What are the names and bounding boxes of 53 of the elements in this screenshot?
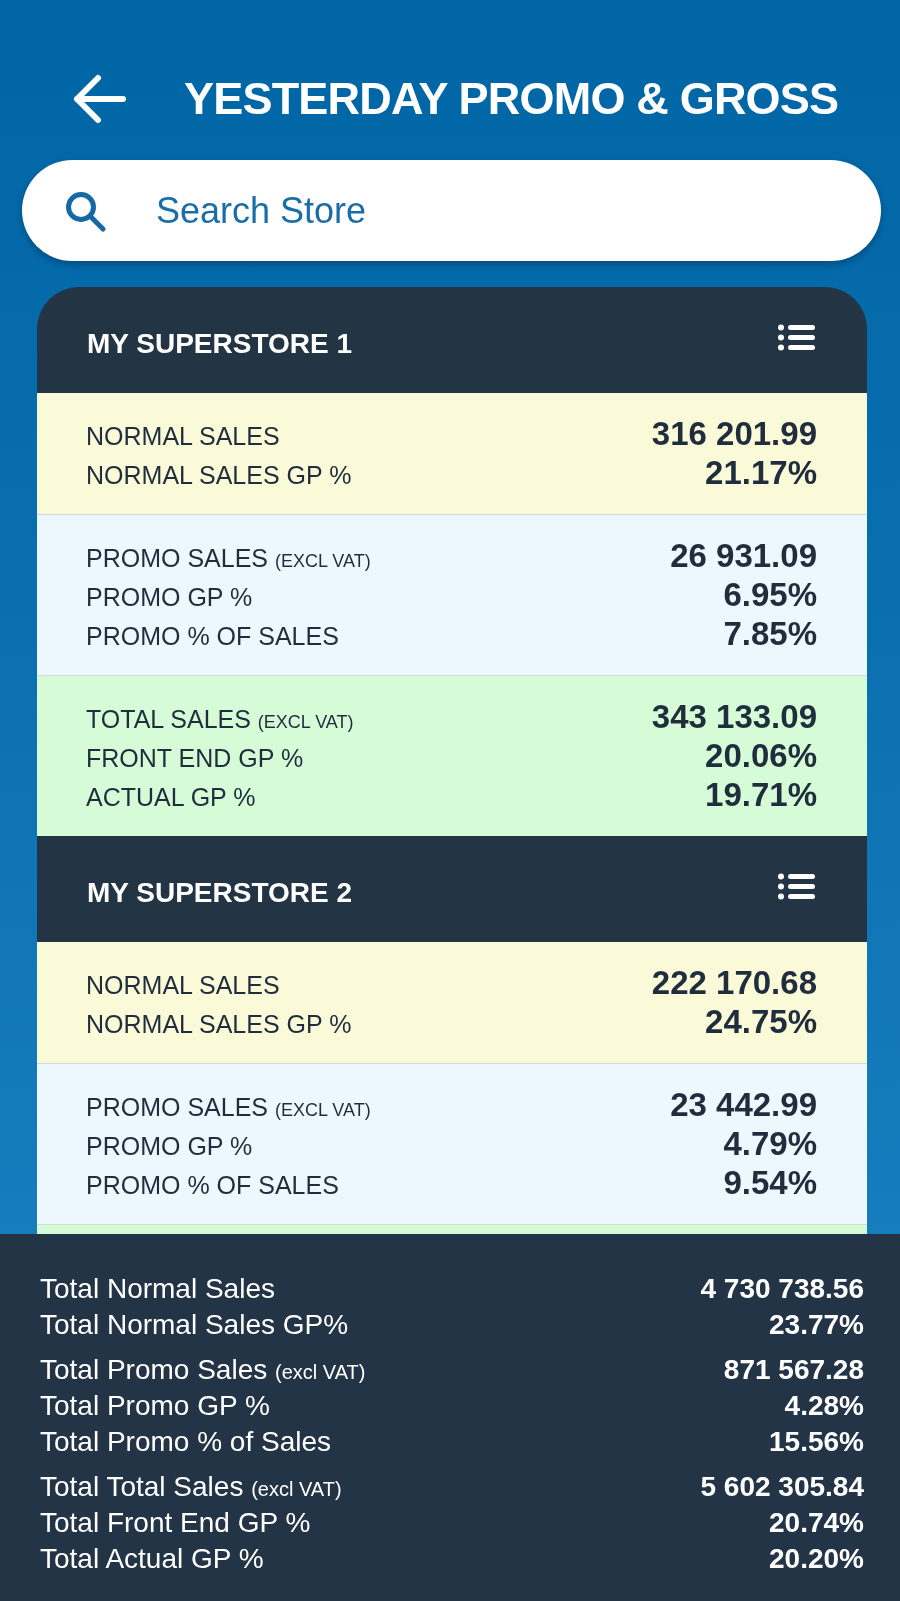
- total-label: Total Actual GP %: [40, 1542, 264, 1576]
- metric-value: 9.54%: [723, 1164, 817, 1201]
- store-name: MY SUPERSTORE 2: [87, 877, 353, 909]
- total-value: 4.28%: [784, 1389, 864, 1423]
- metric-label: NORMAL SALES GP %: [86, 460, 352, 491]
- total-label: Total Total Sales (excl VAT): [40, 1470, 342, 1504]
- total-value: 23.77%: [769, 1308, 864, 1342]
- total-label: Total Promo % of Sales: [40, 1425, 332, 1459]
- total-value: 20.74%: [769, 1506, 864, 1540]
- list-icon: [778, 872, 815, 900]
- search-field[interactable]: Search Store: [22, 160, 881, 261]
- metric-label: ACTUAL GP %: [86, 782, 256, 813]
- metric-value: 24.75%: [705, 1003, 817, 1040]
- metric-value: 21.17%: [705, 454, 817, 491]
- metric-label: PROMO SALES (EXCL VAT): [86, 543, 371, 574]
- total-value: 4 730 738.56: [700, 1272, 864, 1306]
- metric-label: PROMO GP %: [86, 1131, 253, 1162]
- metric-label: PROMO SALES (EXCL VAT): [86, 1092, 371, 1123]
- back-arrow-icon: [71, 74, 127, 124]
- total-label: Total Promo Sales (excl VAT): [40, 1353, 366, 1387]
- total-value: 871 567.28: [723, 1353, 864, 1387]
- back-button[interactable]: [71, 74, 127, 124]
- store-name: MY SUPERSTORE 1: [87, 328, 353, 360]
- metric-label: PROMO % OF SALES: [86, 621, 339, 652]
- metric-value: 20.06%: [705, 737, 817, 774]
- metric-label: PROMO % OF SALES: [86, 1170, 339, 1201]
- list-icon: [778, 323, 815, 351]
- metric-value: 6.95%: [723, 576, 817, 613]
- total-label: Total Normal Sales: [40, 1272, 275, 1306]
- metric-value: 26 931.09: [670, 537, 817, 574]
- search-icon: [65, 191, 106, 232]
- metric-value: 222 170.68: [651, 964, 817, 1001]
- metric-value: 19.71%: [705, 776, 817, 813]
- metric-label: TOTAL SALES (EXCL VAT): [86, 704, 354, 735]
- metric-label: PROMO GP %: [86, 582, 253, 613]
- metric-label: NORMAL SALES GP %: [86, 1009, 352, 1040]
- metric-label: FRONT END GP %: [86, 743, 304, 774]
- metric-label: NORMAL SALES: [86, 421, 280, 452]
- metric-value: 343 133.09: [651, 698, 817, 735]
- total-label: Total Normal Sales GP%: [40, 1308, 349, 1342]
- metric-value: 4.79%: [723, 1125, 817, 1162]
- total-value: 15.56%: [769, 1425, 864, 1459]
- total-value: 20.20%: [769, 1542, 864, 1576]
- list-button[interactable]: [778, 872, 815, 900]
- metric-label: NORMAL SALES: [86, 970, 280, 1001]
- total-label: Total Front End GP %: [40, 1506, 311, 1540]
- total-value: 5 602 305.84: [700, 1470, 864, 1504]
- total-label: Total Promo GP %: [40, 1389, 270, 1423]
- metric-value: 7.85%: [723, 615, 817, 652]
- metric-value: 316 201.99: [651, 415, 817, 452]
- page-title: YESTERDAY PROMO & GROSS: [184, 74, 839, 124]
- metric-value: 23 442.99: [670, 1086, 817, 1123]
- list-button[interactable]: [778, 323, 815, 351]
